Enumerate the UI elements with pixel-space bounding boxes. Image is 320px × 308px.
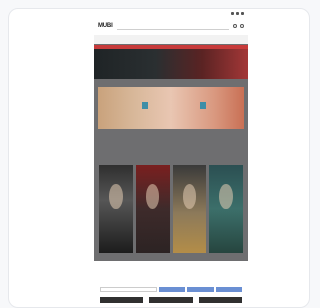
status-icons — [231, 11, 244, 15]
battery-icon — [241, 11, 244, 15]
cookie-field[interactable] — [100, 287, 157, 292]
movie-poster[interactable] — [172, 165, 207, 253]
poster-figure — [109, 184, 123, 209]
search-input[interactable] — [116, 23, 229, 30]
poster-figure — [219, 184, 233, 209]
main-nav — [94, 35, 248, 44]
phone-screen: MUBI — [94, 9, 248, 303]
user-icon[interactable] — [233, 24, 237, 28]
screenshot-card: MUBI — [8, 8, 310, 308]
cookie-bar — [98, 285, 244, 294]
wifi-icon — [236, 11, 239, 15]
promo-tag-right[interactable] — [200, 102, 206, 109]
thumbnail[interactable] — [100, 297, 144, 303]
header-icons — [233, 24, 244, 28]
site-header: MUBI — [94, 17, 248, 35]
movie-poster[interactable] — [209, 165, 243, 253]
logo[interactable]: MUBI — [98, 23, 113, 29]
movie-poster[interactable] — [99, 165, 133, 253]
thumbnail[interactable] — [149, 297, 193, 303]
hero-banner[interactable] — [94, 45, 248, 79]
cookie-button[interactable] — [187, 287, 214, 292]
promo-banner[interactable] — [98, 87, 244, 129]
signal-icon — [231, 11, 234, 15]
hero-stripe — [94, 45, 248, 49]
cart-icon[interactable] — [240, 24, 244, 28]
cookie-button[interactable] — [215, 287, 243, 292]
movie-posters-row — [99, 165, 243, 253]
cookie-button[interactable] — [158, 287, 186, 292]
poster-figure — [145, 184, 160, 209]
status-bar — [94, 9, 248, 17]
thumbnail-row — [100, 297, 242, 303]
poster-figure — [182, 184, 197, 209]
movie-poster[interactable] — [135, 165, 170, 253]
thumbnail[interactable] — [198, 297, 242, 303]
promo-tag-left[interactable] — [142, 102, 148, 109]
